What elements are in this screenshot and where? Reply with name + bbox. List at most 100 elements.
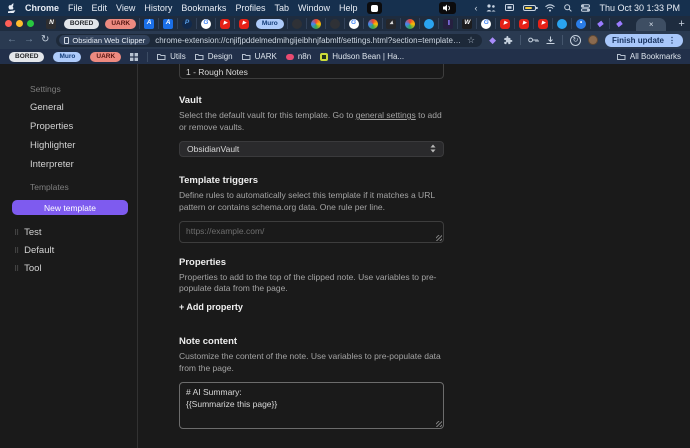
template-item-test[interactable]: ⠿ Test	[14, 227, 127, 238]
menubar-clock[interactable]: Thu Oct 30 1:33 PM	[599, 3, 680, 13]
sidebar-item-highlighter[interactable]: Highlighter	[30, 140, 127, 151]
address-bar[interactable]: Obsidian Web Clipper chrome-extension://…	[56, 34, 482, 47]
template-triggers-heading: Template triggers	[179, 175, 444, 186]
template-name-input[interactable]	[179, 64, 444, 79]
display-menu-icon[interactable]	[505, 4, 514, 12]
menubar-item-bookmarks[interactable]: Bookmarks	[181, 3, 226, 13]
close-tab-icon[interactable]: ×	[649, 20, 654, 29]
pinned-tab[interactable]	[552, 18, 571, 29]
pinned-tab[interactable]	[400, 18, 419, 29]
back-icon[interactable]: ←	[7, 35, 17, 45]
pinned-tab-youtube[interactable]: ▶	[533, 18, 552, 29]
template-item-default[interactable]: ⠿ Default	[14, 245, 127, 256]
shortcuts-menu-icon[interactable]	[486, 4, 496, 12]
menubar-item-file[interactable]: File	[68, 3, 83, 13]
active-tab[interactable]: ×	[636, 18, 667, 31]
pinned-tab-obsidian[interactable]: ◆	[590, 18, 609, 29]
forward-icon[interactable]: →	[24, 35, 34, 45]
bookmark-group-uark[interactable]: UARK	[90, 52, 121, 62]
template-triggers-textarea[interactable]	[179, 221, 444, 243]
new-template-button[interactable]: New template	[12, 200, 128, 215]
bookmark-folder-uark[interactable]: UARK	[242, 52, 277, 61]
sidebar-item-properties[interactable]: Properties	[30, 121, 127, 132]
new-tab-button[interactable]: +	[678, 18, 684, 30]
pinned-tab-google[interactable]: G	[476, 18, 495, 29]
template-item-tool[interactable]: ⠿ Tool	[14, 263, 127, 274]
menubar-item-window[interactable]: Window	[298, 3, 330, 13]
spotlight-search-icon[interactable]	[564, 4, 572, 12]
profile-avatar[interactable]	[588, 35, 598, 45]
browser-menu-dots-icon[interactable]: ⋮	[668, 36, 676, 45]
obsidian-extension-icon[interactable]: ◆	[489, 35, 496, 46]
pinned-tab[interactable]: ▴	[382, 18, 401, 29]
pinned-tab-notion[interactable]: N	[42, 18, 61, 29]
pinned-tab[interactable]	[306, 18, 325, 29]
battery-icon[interactable]	[523, 5, 536, 11]
pinned-tab-youtube[interactable]: ▶	[514, 18, 533, 29]
bookmark-folder-utils[interactable]: Utils	[157, 52, 186, 61]
screen-record-indicator-icon[interactable]	[367, 2, 382, 14]
bookmark-group-muro[interactable]: Muro	[53, 52, 81, 62]
downloads-icon[interactable]	[546, 36, 555, 45]
wifi-icon[interactable]	[545, 4, 555, 12]
pinned-tab-google[interactable]: G	[196, 18, 215, 29]
close-window-button[interactable]	[5, 20, 12, 27]
bookmark-folder-design[interactable]: Design	[195, 52, 233, 61]
pinned-tab-youtube[interactable]: ▶	[215, 18, 234, 29]
drag-handle-icon[interactable]: ⠿	[14, 247, 19, 255]
menubar-item-help[interactable]: Help	[339, 3, 358, 13]
bookmark-n8n[interactable]: n8n	[286, 52, 311, 61]
add-property-button[interactable]: + Add property	[179, 302, 243, 312]
url-text[interactable]: chrome-extension://cnjifjpddelmedmihgije…	[155, 36, 462, 45]
pinned-tab-google[interactable]: G	[344, 18, 363, 29]
apple-menu-icon[interactable]	[8, 3, 16, 13]
reload-icon[interactable]: ↻	[41, 35, 49, 45]
volume-menu-icon[interactable]	[439, 2, 456, 14]
extensions-puzzle-icon[interactable]	[503, 35, 513, 45]
drag-handle-icon[interactable]: ⠿	[14, 265, 19, 273]
pinned-tab[interactable]: A	[139, 18, 158, 29]
pinned-tab-obsidian[interactable]: ◆	[609, 18, 628, 29]
sidebar-item-interpreter[interactable]: Interpreter	[30, 159, 127, 170]
bookmark-hudson-bean[interactable]: Hudson Bean | Ha...	[320, 52, 404, 61]
tab-groups-grid-icon[interactable]	[130, 53, 138, 61]
tab-group-chip-uark[interactable]: UARK	[105, 19, 136, 29]
bookmark-star-icon[interactable]: ☆	[467, 35, 475, 46]
pinned-tab[interactable]	[287, 18, 306, 29]
control-center-icon[interactable]	[581, 4, 590, 12]
chrome-toolbar: ← → ↻ Obsidian Web Clipper chrome-extens…	[0, 31, 690, 49]
chevron-left-icon[interactable]: ‹	[474, 3, 477, 13]
note-content-heading: Note content	[179, 336, 444, 347]
minimize-window-button[interactable]	[16, 20, 23, 27]
menubar-item-history[interactable]: History	[144, 3, 172, 13]
menubar-item-view[interactable]: View	[116, 3, 135, 13]
password-key-icon[interactable]	[528, 36, 539, 44]
menubar-item-profiles[interactable]: Profiles	[235, 3, 265, 13]
pinned-tab[interactable]: A	[158, 18, 177, 29]
pinned-tab[interactable]	[363, 18, 382, 29]
privacy-badge-icon[interactable]: ↻	[570, 35, 581, 46]
pinned-tab[interactable]	[325, 18, 344, 29]
pinned-tab-youtube[interactable]: ▶	[234, 18, 253, 29]
sidebar-item-general[interactable]: General	[30, 102, 127, 113]
menubar-item-chrome[interactable]: Chrome	[25, 3, 59, 13]
extension-name-chip[interactable]: Obsidian Web Clipper	[59, 35, 150, 45]
finish-update-button[interactable]: Finish update ⋮	[605, 34, 683, 47]
pinned-tab[interactable]: •	[571, 18, 590, 29]
note-content-textarea[interactable]: # AI Summary: {{Summarize this page}}	[179, 382, 444, 429]
menubar-item-edit[interactable]: Edit	[92, 3, 108, 13]
all-bookmarks-button[interactable]: All Bookmarks	[617, 52, 681, 61]
general-settings-link[interactable]: general settings	[356, 110, 416, 120]
tab-group-chip-bored[interactable]: BORED	[64, 19, 99, 29]
drag-handle-icon[interactable]: ⠿	[14, 229, 19, 237]
vault-select[interactable]: ObsidianVault	[179, 141, 444, 157]
tab-group-chip-muro[interactable]: Muro	[256, 19, 284, 29]
pinned-tab[interactable]: |||	[438, 18, 457, 29]
zoom-window-button[interactable]	[27, 20, 34, 27]
pinned-tab[interactable]	[419, 18, 438, 29]
pinned-tab[interactable]: P	[177, 18, 196, 29]
bookmark-group-bored[interactable]: BORED	[9, 52, 44, 62]
pinned-tab-youtube[interactable]: ▶	[495, 18, 514, 29]
pinned-tab-wikipedia[interactable]: W	[457, 18, 476, 29]
menubar-item-tab[interactable]: Tab	[274, 3, 289, 13]
